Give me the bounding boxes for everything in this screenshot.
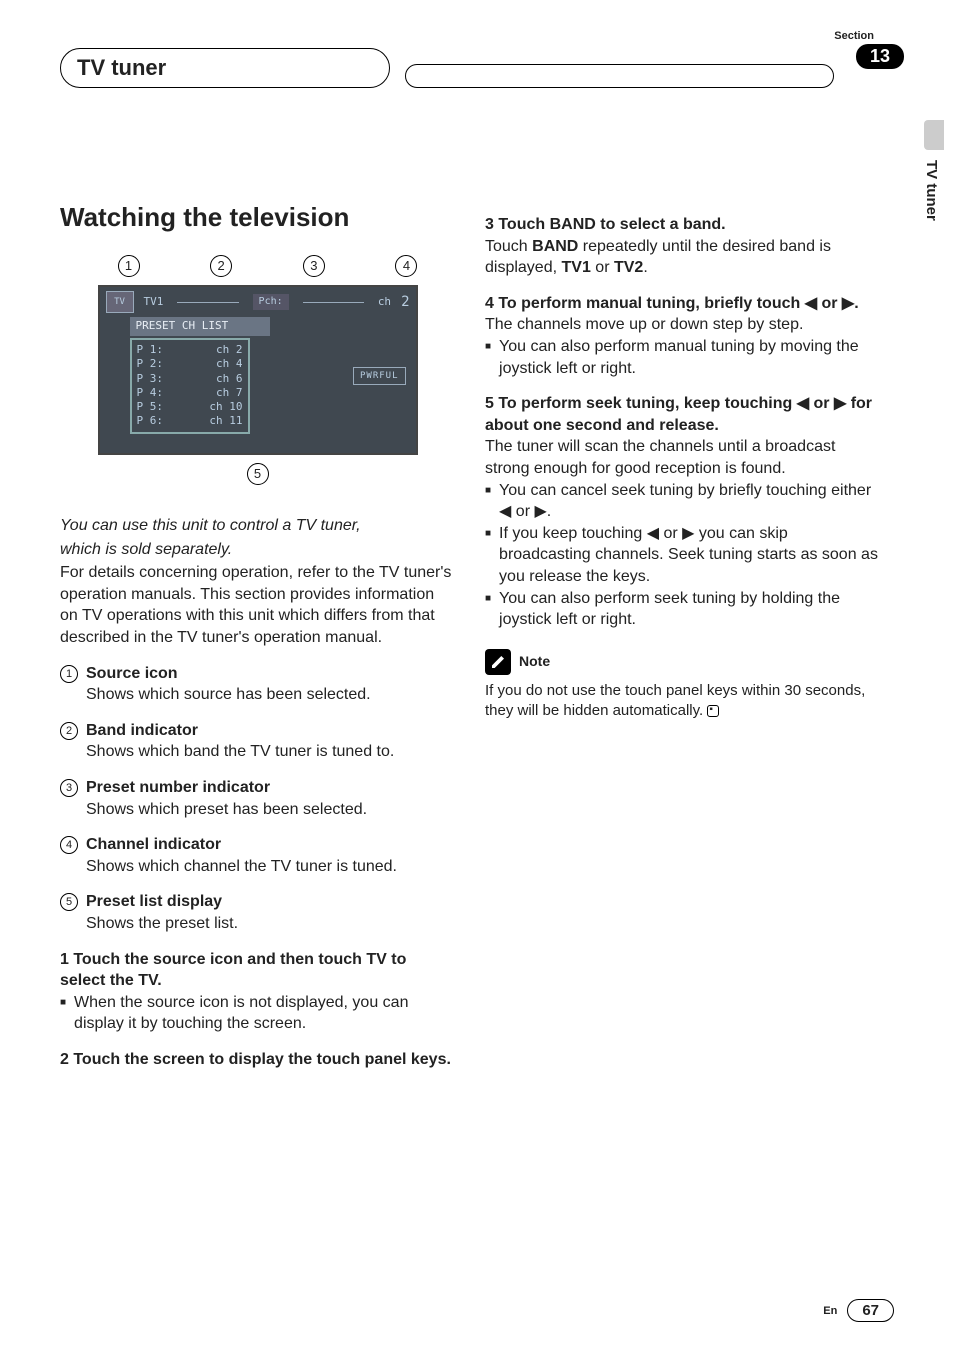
callout-1: 1 [118,255,140,277]
step-head: 2 Touch the screen to display the touch … [60,1049,455,1071]
legend-title: Band indicator [86,720,198,742]
step-body: The channels move up or down step by ste… [485,314,880,336]
preset-row: P 1:ch 2 [137,343,243,357]
step-body: The tuner will scan the channels until a… [485,436,880,479]
callout-4: 4 [395,255,417,277]
legend-desc: Shows which source has been selected. [86,684,455,706]
section-indicator: Section 13 [834,30,904,69]
step: 2 Touch the screen to display the touch … [60,1049,455,1071]
preset-row: P 5:ch 10 [137,400,243,414]
step-bullet: You can also perform manual tuning by mo… [485,336,880,379]
screen-topbar: TV1 Pch: ch 2 [100,287,416,317]
legend-number: 4 [60,836,78,854]
step: 4 To perform manual tuning, briefly touc… [485,293,880,379]
pch-underline [303,302,364,303]
step-head: 3 Touch BAND to select a band. [485,214,880,236]
step-bullet: You can cancel seek tuning by briefly to… [485,480,880,523]
intro-paragraph: For details concerning operation, refer … [60,562,455,648]
legend-desc: Shows which preset has been selected. [86,799,455,821]
legend-item: 2 Band indicator [60,720,455,742]
footer-language: En [823,1305,837,1317]
preset-row: P 4:ch 7 [137,386,243,400]
legend-item: 4 Channel indicator [60,834,455,856]
step-head: 5 To perform seek tuning, keep touching … [485,393,880,436]
legend-number: 3 [60,779,78,797]
content-columns: Watching the television 1 2 3 4 TV1 Pch:… [60,200,904,1071]
step-head: 1 Touch the source icon and then touch T… [60,949,455,992]
side-vertical-title: TV tuner [923,160,940,221]
legend-title: Preset number indicator [86,777,270,799]
callout-3: 3 [303,255,325,277]
preset-list: P 1:ch 2 P 2:ch 4 P 3:ch 6 P 4:ch 7 P 5:… [130,338,250,434]
preset-row: P 2:ch 4 [137,357,243,371]
legend-number: 1 [60,665,78,683]
preset-header: PRESET CH LIST [130,317,270,336]
legend-title: Source icon [86,663,178,685]
note-label: Note [519,652,550,671]
preset-row: P 3:ch 6 [137,372,243,386]
note-header: Note [485,649,880,675]
pwrful-badge: PWRFUL [353,367,406,385]
step: 5 To perform seek tuning, keep touching … [485,393,880,631]
side-tab [924,120,944,150]
header-title-pill: TV tuner [60,48,390,88]
screen-diagram: 1 2 3 4 TV1 Pch: ch 2 PRESET CH LIST P 1… [88,255,428,485]
step-bullet: If you keep touching ◀ or ▶ you can skip… [485,523,880,588]
callout-row-top: 1 2 3 4 [88,255,428,277]
page-header: TV tuner Section 13 [60,30,904,90]
step-bullet: When the source icon is not displayed, y… [60,992,455,1035]
pch-label: Pch: [253,294,289,310]
header-divider [405,64,834,88]
legend-title: Preset list display [86,891,222,913]
header-title: TV tuner [77,55,166,80]
ch-value: 2 [401,293,409,312]
legend-item: 5 Preset list display [60,891,455,913]
callout-row-bottom: 5 [88,463,428,485]
intro-italic-1: You can use this unit to control a TV tu… [60,515,455,537]
step: 1 Touch the source icon and then touch T… [60,949,455,1035]
left-column: Watching the television 1 2 3 4 TV1 Pch:… [60,200,455,1071]
legend-item: 3 Preset number indicator [60,777,455,799]
section-number-badge: 13 [856,44,904,69]
band-label: TV1 [144,295,164,310]
footer-page-number: 67 [847,1299,894,1322]
intro-italic-2: which is sold separately. [60,539,455,561]
tv-screen-mock: TV1 Pch: ch 2 PRESET CH LIST P 1:ch 2 P … [98,285,418,455]
legend-title: Channel indicator [86,834,221,856]
legend-list: 1 Source iconShows which source has been … [60,663,455,935]
legend-desc: Shows which channel the TV tuner is tune… [86,856,455,878]
step-body: Touch BAND repeatedly until the desired … [485,236,880,279]
legend-item: 1 Source icon [60,663,455,685]
step-bullet: You can also perform seek tuning by hold… [485,588,880,631]
page-heading: Watching the television [60,200,455,235]
legend-desc: Shows which band the TV tuner is tuned t… [86,741,455,763]
page-footer: En 67 [823,1299,894,1322]
preset-row: P 6:ch 11 [137,414,243,428]
band-underline [177,302,238,303]
callout-5: 5 [247,463,269,485]
step: 3 Touch BAND to select a band.Touch BAND… [485,214,880,279]
source-icon [106,291,134,313]
callout-2: 2 [210,255,232,277]
end-mark-icon [707,705,719,717]
note-text: If you do not use the touch panel keys w… [485,681,880,722]
ch-label: ch [378,295,391,310]
right-column: 3 Touch BAND to select a band.Touch BAND… [485,200,880,1071]
note-icon [485,649,511,675]
legend-number: 5 [60,893,78,911]
section-label: Section [834,30,874,42]
step-head: 4 To perform manual tuning, briefly touc… [485,293,880,315]
legend-desc: Shows the preset list. [86,913,455,935]
legend-number: 2 [60,722,78,740]
